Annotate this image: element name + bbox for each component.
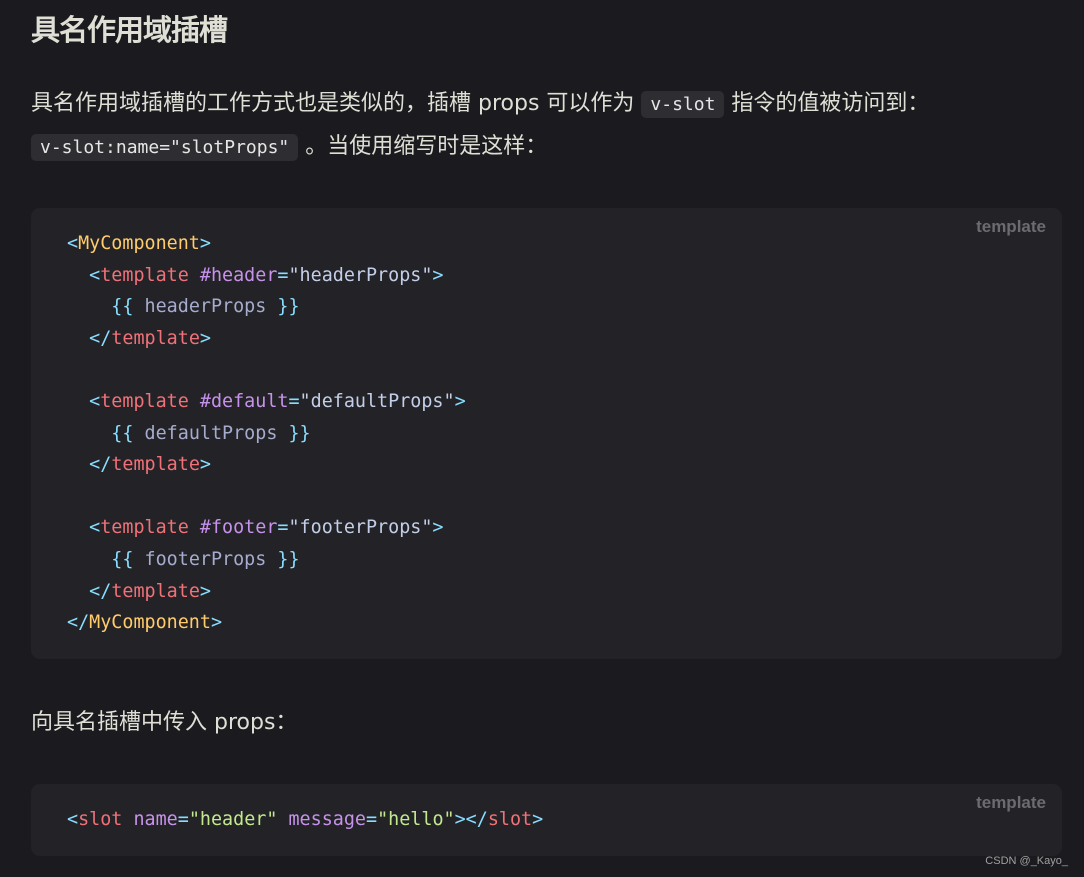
- code-line: <template #footer="footerProps">: [67, 512, 466, 544]
- intro-line-2: v-slot:name="slotProps" 。当使用缩写时是这样：: [31, 126, 929, 169]
- code-content: <slot name="header" message="hello"></sl…: [67, 804, 543, 836]
- code-token: }}: [277, 548, 300, 570]
- inline-code-slot-props: v-slot:name="slotProps": [31, 134, 299, 161]
- code-line: <template #header="headerProps">: [67, 260, 466, 292]
- code-token: =: [277, 517, 289, 539]
- code-line: <slot name="header" message="hello"></sl…: [67, 804, 543, 836]
- code-token: MyComponent: [78, 233, 200, 254]
- intro-paragraph: 具名作用域插槽的工作方式也是类似的，插槽 props 可以作为 v-slot 指…: [31, 83, 929, 169]
- code-token: template: [111, 327, 200, 349]
- watermark: CSDN @_Kayo_: [985, 855, 1068, 867]
- code-block-named-scoped-slots: template <MyComponent> <template #header…: [31, 208, 1062, 659]
- code-line: </template>: [67, 576, 466, 608]
- code-token: template: [111, 454, 200, 476]
- intro-text-2: 指令的值被访问到：: [724, 91, 930, 116]
- code-language-label: template: [976, 217, 1046, 236]
- code-token: MyComponent: [89, 612, 211, 634]
- code-token: </: [89, 327, 112, 349]
- code-token: name: [133, 809, 178, 830]
- code-token: template: [100, 264, 189, 286]
- code-token: <: [89, 517, 101, 539]
- code-token: #default: [199, 390, 289, 412]
- code-token: =: [366, 809, 378, 830]
- code-token: =: [277, 264, 289, 286]
- code-token: }}: [277, 296, 300, 318]
- intro-text-3: 。当使用缩写时是这样：: [298, 134, 548, 159]
- intro-text-1: 具名作用域插槽的工作方式也是类似的，插槽 props 可以作为: [31, 91, 642, 116]
- code-line: </template>: [67, 323, 466, 355]
- code-token: #footer: [199, 517, 278, 539]
- code-token: >: [532, 809, 544, 830]
- code-token: =: [288, 390, 300, 412]
- code-token: >: [199, 454, 211, 476]
- code-token: {{: [111, 548, 134, 570]
- code-token: template: [111, 580, 200, 602]
- code-token: ></: [454, 809, 488, 830]
- code-token: slot: [78, 809, 123, 830]
- code-token: template: [100, 517, 189, 539]
- code-token: >: [199, 233, 211, 254]
- code-token: <: [89, 390, 101, 412]
- code-token: "hello": [377, 809, 455, 830]
- code-token: headerProps: [133, 296, 278, 318]
- code-line: <template #default="defaultProps">: [67, 386, 466, 418]
- code-line: <MyComponent>: [67, 228, 466, 260]
- code-token: <: [67, 233, 79, 254]
- code-token: "headerProps": [288, 264, 433, 286]
- code-token: >: [199, 327, 211, 349]
- code-token: "footerProps": [288, 517, 433, 539]
- code-token: <: [67, 809, 79, 830]
- code-token: </: [89, 580, 112, 602]
- code-token: >: [210, 612, 223, 634]
- code-token: >: [454, 390, 466, 412]
- section-heading: 具名作用域插槽: [31, 13, 228, 47]
- code-token: =: [177, 809, 189, 830]
- code-line: {{ defaultProps }}: [67, 418, 466, 450]
- code-block-slot-props: template <slot name="header" message="he…: [31, 784, 1062, 856]
- code-line: {{ headerProps }}: [67, 291, 466, 323]
- code-token: {{: [111, 296, 134, 318]
- code-content: <MyComponent> <template #header="headerP…: [67, 228, 466, 639]
- props-paragraph: 向具名插槽中传入 props：: [31, 710, 298, 735]
- code-language-label: template: [976, 793, 1046, 812]
- code-line: {{ footerProps }}: [67, 544, 466, 576]
- code-token: message: [288, 809, 366, 830]
- code-token: }}: [288, 422, 311, 444]
- intro-line-1: 具名作用域插槽的工作方式也是类似的，插槽 props 可以作为 v-slot 指…: [31, 83, 929, 126]
- code-token: footerProps: [133, 548, 278, 570]
- code-line: </template>: [67, 449, 466, 481]
- code-token: >: [432, 264, 444, 286]
- code-token: slot: [487, 809, 533, 830]
- inline-code-v-slot: v-slot: [641, 91, 725, 118]
- code-token: defaultProps: [133, 422, 289, 444]
- code-token: <: [89, 264, 101, 286]
- code-token: #header: [199, 264, 278, 286]
- code-token: </: [89, 454, 112, 476]
- code-token: >: [432, 517, 444, 539]
- code-token: </: [67, 612, 90, 634]
- code-token: "header": [188, 809, 278, 830]
- code-token: >: [199, 580, 211, 602]
- code-token: "defaultProps": [299, 390, 455, 412]
- code-token: {{: [111, 422, 134, 444]
- code-token: template: [100, 390, 189, 412]
- code-line: </MyComponent>: [67, 607, 466, 639]
